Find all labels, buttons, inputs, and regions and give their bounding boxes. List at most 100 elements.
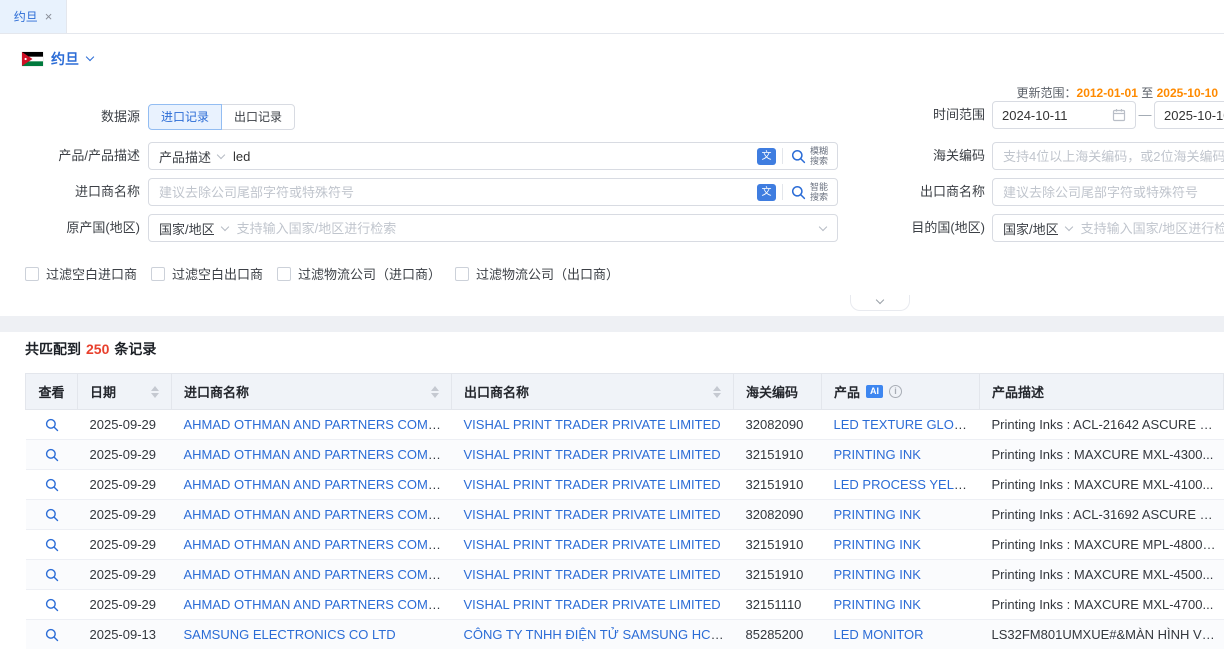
fuzzy-search-icon[interactable] [791, 149, 806, 164]
row-view-magnifier-icon[interactable] [45, 508, 59, 522]
checkbox-icon[interactable] [151, 267, 165, 281]
row-view-magnifier-icon[interactable] [45, 598, 59, 612]
exporter-input[interactable] [1003, 185, 1224, 200]
hs-code-input[interactable] [1003, 149, 1224, 164]
translate-icon[interactable]: 文 [757, 148, 776, 165]
importer-cell: AHMAD OTHMAN AND PARTNERS COMPA... [172, 410, 452, 440]
smart-search-label[interactable]: 智能 搜索 [810, 182, 828, 202]
product-link[interactable]: LED PROCESS YELLOW... [834, 477, 980, 492]
importer-cell: SAMSUNG ELECTRONICS CO LTD [172, 620, 452, 649]
destination-country-select[interactable]: 国家/地区 [993, 219, 1081, 238]
destination-country-input[interactable] [1081, 221, 1224, 236]
checkbox-icon[interactable] [277, 267, 291, 281]
view-cell [26, 410, 78, 440]
sort-carets-icon[interactable] [713, 386, 721, 398]
importer-link[interactable]: AHMAD OTHMAN AND PARTNERS COMPA... [184, 597, 452, 612]
divider [782, 184, 783, 200]
row-view-magnifier-icon[interactable] [45, 538, 59, 552]
time-start-input[interactable] [992, 101, 1136, 129]
exporter-cell: VISHAL PRINT TRADER PRIVATE LIMITED [452, 530, 734, 560]
update-range-to: 至 [1141, 86, 1153, 100]
view-cell [26, 440, 78, 470]
time-end-input[interactable] [1154, 101, 1224, 129]
exporter-link[interactable]: VISHAL PRINT TRADER PRIVATE LIMITED [464, 447, 721, 462]
filter-empty-importer[interactable]: 过滤空白进口商 [25, 264, 137, 283]
importer-link[interactable]: AHMAD OTHMAN AND PARTNERS COMPA... [184, 507, 452, 522]
column-importer[interactable]: 进口商名称 [172, 374, 452, 410]
row-view-magnifier-icon[interactable] [45, 568, 59, 582]
importer-link[interactable]: AHMAD OTHMAN AND PARTNERS COMPA... [184, 567, 452, 582]
time-range-label: 时间范围 [845, 101, 985, 129]
view-cell [26, 590, 78, 620]
tab-close-icon[interactable]: × [45, 10, 53, 23]
row-view-magnifier-icon[interactable] [45, 628, 59, 642]
results-summary: 共匹配到250条记录 [25, 339, 156, 359]
tab-jordan[interactable]: 约旦 × [0, 0, 67, 33]
filter-logistics-importer[interactable]: 过滤物流公司（进口商） [277, 264, 441, 283]
filter-label: 过滤物流公司（出口商） [476, 264, 619, 283]
hs-code-input-box[interactable] [992, 142, 1224, 170]
info-circle-icon[interactable]: i [889, 385, 902, 398]
importer-link[interactable]: AHMAD OTHMAN AND PARTNERS COMPA... [184, 477, 452, 492]
product-input[interactable] [233, 149, 751, 164]
country-selector[interactable]: 约旦 [22, 49, 93, 69]
importer-link[interactable]: SAMSUNG ELECTRONICS CO LTD [184, 627, 396, 642]
exporter-link[interactable]: VISHAL PRINT TRADER PRIVATE LIMITED [464, 417, 721, 432]
date-cell: 2025-09-29 [78, 410, 172, 440]
translate-icon[interactable]: 文 [757, 184, 776, 201]
smart-search-line2: 搜索 [810, 192, 828, 202]
exporter-link[interactable]: CÔNG TY TNHH ĐIỆN TỬ SAMSUNG HCMC... [464, 627, 734, 642]
column-date[interactable]: 日期 [78, 374, 172, 410]
column-hs-code-label: 海关编码 [746, 385, 798, 400]
chevron-down-icon[interactable] [819, 222, 827, 230]
importer-input[interactable] [159, 185, 751, 200]
sort-carets-icon[interactable] [431, 386, 439, 398]
import-records-button[interactable]: 进口记录 [148, 104, 222, 130]
checkbox-icon[interactable] [455, 267, 469, 281]
export-records-button[interactable]: 出口记录 [221, 104, 295, 130]
collapse-panel-button[interactable] [850, 295, 910, 311]
origin-country-select[interactable]: 国家/地区 [149, 219, 237, 238]
desc-text: Printing Inks : ACL-21642 ASCURE [992, 417, 1213, 432]
importer-link[interactable]: AHMAD OTHMAN AND PARTNERS COMPA... [184, 447, 452, 462]
time-start-value[interactable] [1002, 108, 1112, 123]
filter-empty-exporter[interactable]: 过滤空白出口商 [151, 264, 263, 283]
row-view-magnifier-icon[interactable] [45, 418, 59, 432]
date-cell: 2025-09-29 [78, 560, 172, 590]
exporter-link[interactable]: VISHAL PRINT TRADER PRIVATE LIMITED [464, 567, 721, 582]
importer-link[interactable]: AHMAD OTHMAN AND PARTNERS COMPA... [184, 537, 452, 552]
chevron-down-icon [220, 222, 228, 230]
row-view-magnifier-icon[interactable] [45, 478, 59, 492]
column-exporter[interactable]: 出口商名称 [452, 374, 734, 410]
product-link[interactable]: PRINTING INK [834, 597, 921, 612]
app-window: 约旦 × 约旦 更新范围：2012-01-01 至 2025-10-10 数据源… [0, 0, 1224, 649]
checkbox-icon[interactable] [25, 267, 39, 281]
product-link[interactable]: PRINTING INK [834, 447, 921, 462]
product-link[interactable]: PRINTING INK [834, 567, 921, 582]
exporter-cell: CÔNG TY TNHH ĐIỆN TỬ SAMSUNG HCMC... [452, 620, 734, 649]
importer-cell: AHMAD OTHMAN AND PARTNERS COMPA... [172, 470, 452, 500]
exporter-link[interactable]: VISHAL PRINT TRADER PRIVATE LIMITED [464, 537, 721, 552]
product-link[interactable]: LED TEXTURE GLOSS ... [834, 417, 980, 432]
sort-carets-icon[interactable] [151, 386, 159, 398]
product-type-select[interactable]: 产品描述 [149, 147, 233, 166]
datasource-label: 数据源 [0, 104, 140, 130]
update-range-end: 2025-10-10 [1157, 86, 1218, 100]
product-link[interactable]: PRINTING INK [834, 507, 921, 522]
exporter-input-box[interactable] [992, 178, 1224, 206]
exporter-link[interactable]: VISHAL PRINT TRADER PRIVATE LIMITED [464, 477, 721, 492]
row-view-magnifier-icon[interactable] [45, 448, 59, 462]
product-link[interactable]: PRINTING INK [834, 537, 921, 552]
exporter-cell: VISHAL PRINT TRADER PRIVATE LIMITED [452, 500, 734, 530]
importer-link[interactable]: AHMAD OTHMAN AND PARTNERS COMPA... [184, 417, 452, 432]
product-search-box: 产品描述 文 模糊 搜索 [148, 142, 838, 170]
filter-logistics-exporter[interactable]: 过滤物流公司（出口商） [455, 264, 619, 283]
time-end-value[interactable] [1164, 108, 1224, 123]
fuzzy-search-label[interactable]: 模糊 搜索 [810, 146, 828, 166]
desc-text: LS32FM801UMXUE#&MÀN HÌNH VI... [992, 627, 1217, 642]
exporter-link[interactable]: VISHAL PRINT TRADER PRIVATE LIMITED [464, 597, 721, 612]
exporter-link[interactable]: VISHAL PRINT TRADER PRIVATE LIMITED [464, 507, 721, 522]
product-link[interactable]: LED MONITOR [834, 627, 924, 642]
origin-country-input[interactable] [237, 221, 820, 236]
smart-search-icon[interactable] [791, 185, 806, 200]
